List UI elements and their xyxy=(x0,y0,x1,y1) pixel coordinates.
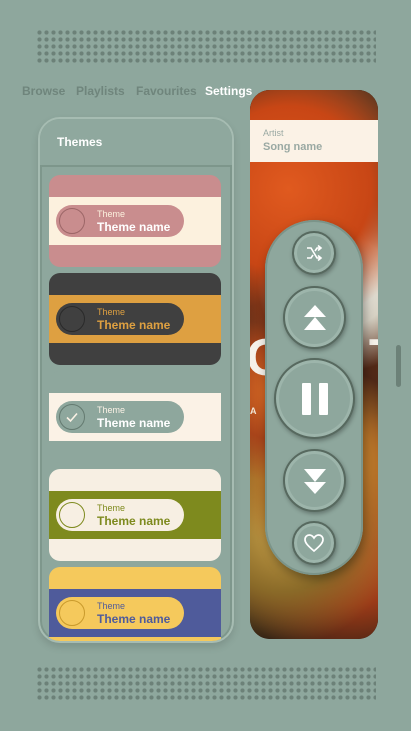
theme-label: Theme xyxy=(97,405,126,415)
heart-icon xyxy=(304,534,324,553)
theme-card-3[interactable]: Theme Theme name xyxy=(49,371,221,463)
theme-label: Theme xyxy=(97,209,126,219)
speaker-grille-top xyxy=(36,29,376,63)
song-name: Song name xyxy=(263,141,323,153)
themes-panel: Themes Theme Theme name Theme Theme name xyxy=(38,117,234,643)
skip-previous-icon xyxy=(303,304,326,330)
theme-toggle[interactable]: Theme Theme name xyxy=(56,597,184,629)
pause-button[interactable] xyxy=(274,358,355,439)
theme-card-band: Theme Theme name xyxy=(49,197,221,245)
toggle-knob xyxy=(59,208,85,234)
shuffle-icon xyxy=(307,244,323,262)
tab-playlists[interactable]: Playlists xyxy=(76,84,125,98)
theme-card-band: Theme Theme name xyxy=(49,295,221,343)
toggle-knob xyxy=(59,404,85,430)
theme-card-5[interactable]: Theme Theme name xyxy=(49,567,221,641)
theme-name: Theme name xyxy=(97,514,171,528)
theme-card-band: Theme Theme name xyxy=(49,393,221,441)
theme-name: Theme name xyxy=(97,612,171,626)
skip-next-icon xyxy=(303,468,326,494)
checkmark-icon xyxy=(66,412,78,423)
theme-name: Theme name xyxy=(97,416,171,430)
theme-toggle[interactable]: Theme Theme name xyxy=(56,205,184,237)
next-button[interactable] xyxy=(283,449,346,512)
theme-name: Theme name xyxy=(97,220,171,234)
playback-controls xyxy=(265,220,363,575)
speaker-grille-bottom xyxy=(36,666,376,700)
theme-card-band: Theme Theme name xyxy=(49,491,221,539)
theme-card-2[interactable]: Theme Theme name xyxy=(49,273,221,365)
tab-browse[interactable]: Browse xyxy=(22,84,65,98)
theme-label: Theme xyxy=(97,503,126,513)
tab-settings[interactable]: Settings xyxy=(205,84,252,98)
theme-name: Theme name xyxy=(97,318,171,332)
theme-toggle[interactable]: Theme Theme name xyxy=(56,401,184,433)
toggle-knob xyxy=(59,306,85,332)
shuffle-button[interactable] xyxy=(292,231,336,275)
theme-toggle[interactable]: Theme Theme name xyxy=(56,303,184,335)
previous-button[interactable] xyxy=(283,286,346,349)
theme-label: Theme xyxy=(97,307,126,317)
toggle-knob xyxy=(59,600,85,626)
favourite-button[interactable] xyxy=(292,521,336,565)
toggle-knob xyxy=(59,502,85,528)
track-info: Artist Song name xyxy=(250,120,378,162)
themes-title: Themes xyxy=(40,119,232,167)
scrollbar[interactable] xyxy=(396,345,401,387)
theme-card-1[interactable]: Theme Theme name xyxy=(49,175,221,267)
tab-favourites[interactable]: Favourites xyxy=(136,84,197,98)
theme-label: Theme xyxy=(97,601,126,611)
theme-card-band: Theme Theme name xyxy=(49,589,221,637)
pause-icon xyxy=(301,382,328,415)
theme-toggle[interactable]: Theme Theme name xyxy=(56,499,184,531)
artist-label: Artist xyxy=(263,128,284,138)
theme-card-4[interactable]: Theme Theme name xyxy=(49,469,221,561)
